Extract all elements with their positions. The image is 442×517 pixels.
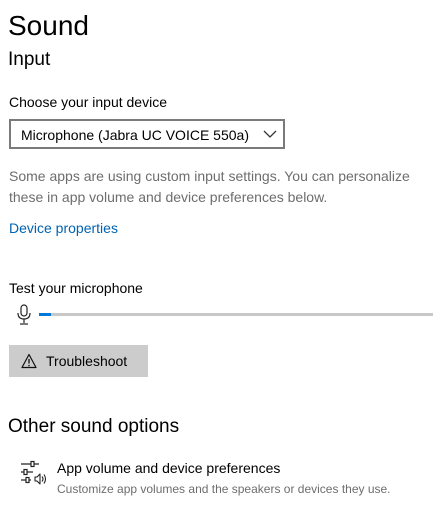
app-volume-preferences-subtitle: Customize app volumes and the speakers o… bbox=[57, 482, 391, 496]
app-volume-preferences-title: App volume and device preferences bbox=[57, 460, 281, 476]
input-section-title: Input bbox=[8, 49, 51, 70]
device-properties-link[interactable]: Device properties bbox=[9, 218, 118, 238]
microphone-icon bbox=[17, 304, 31, 325]
input-device-dropdown[interactable]: Microphone (Jabra UC VOICE 550a) bbox=[9, 119, 285, 149]
troubleshoot-button[interactable]: Troubleshoot bbox=[9, 345, 148, 377]
warning-icon bbox=[21, 353, 37, 369]
other-sound-options-title: Other sound options bbox=[8, 416, 180, 437]
input-device-label: Choose your input device bbox=[9, 94, 167, 110]
microphone-level-meter bbox=[39, 313, 433, 316]
page-title: Sound bbox=[8, 10, 89, 41]
chevron-down-icon bbox=[263, 130, 277, 138]
custom-input-settings-note: Some apps are using custom input setting… bbox=[9, 168, 410, 205]
troubleshoot-label: Troubleshoot bbox=[46, 353, 128, 369]
test-microphone-label: Test your microphone bbox=[9, 280, 143, 296]
microphone-level-fill bbox=[39, 313, 51, 316]
input-device-selected-value: Microphone (Jabra UC VOICE 550a) bbox=[21, 127, 249, 143]
app-volume-preferences-option[interactable]: App volume and device preferences Custom… bbox=[8, 452, 438, 504]
app-volume-mixer-icon bbox=[21, 460, 47, 485]
